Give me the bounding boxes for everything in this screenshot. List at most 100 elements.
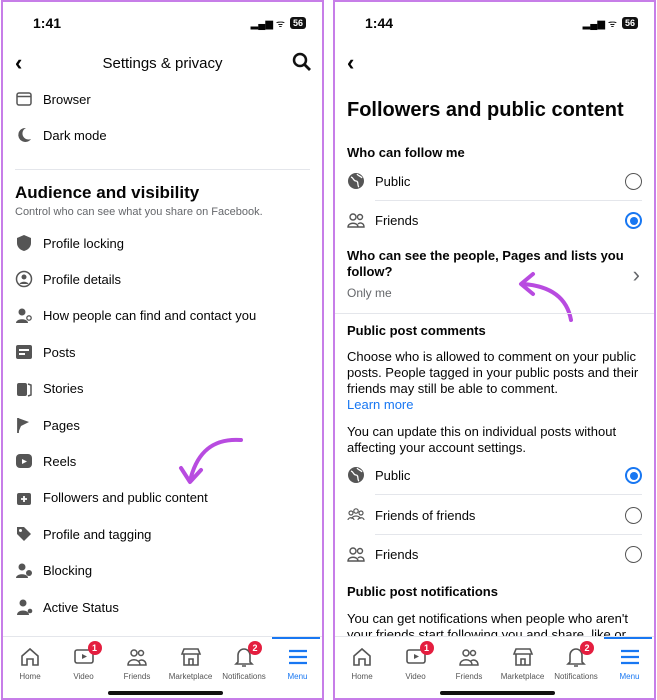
settings-item[interactable]: Profile and tagging	[15, 525, 151, 543]
radio-button[interactable]	[625, 173, 642, 190]
settings-privacy-screen: 1:41 ▂▄▆ ᯤ 56 ‹ Settings & privacy Audien…	[1, 0, 324, 700]
tab-label: Menu	[619, 672, 640, 681]
page-title: Settings & privacy	[102, 55, 223, 72]
following-visibility-question[interactable]: Who can see the people, Pages and lists …	[347, 248, 627, 280]
tab-label: Video	[73, 672, 94, 681]
tab-friends[interactable]: Friends	[442, 645, 496, 681]
active-status-icon	[17, 599, 33, 615]
page-title: Followers and public content	[347, 99, 624, 121]
section-title: Audience and visibility	[15, 183, 200, 202]
tab-label: Notifications	[222, 672, 266, 681]
menu-icon	[288, 649, 307, 665]
tab-notifications[interactable]: Notifications 2	[217, 641, 271, 681]
following-visibility-value: Only me	[347, 286, 392, 300]
tab-label: Friends	[123, 672, 151, 681]
tab-label: Friends	[455, 672, 483, 681]
friends-icon	[347, 213, 365, 228]
radio-button[interactable]	[625, 546, 642, 563]
tab-label: Video	[405, 672, 426, 681]
item-label: Dark mode	[43, 127, 107, 143]
block-user-icon	[16, 563, 32, 578]
audience-option[interactable]: Friends of friends	[347, 506, 475, 524]
tab-video[interactable]: Video 1	[389, 641, 443, 681]
tab-bar: Home Video 1 Friends Marketplace Notification…	[3, 636, 323, 698]
tab-home[interactable]: Home	[3, 645, 57, 681]
globe-icon	[348, 173, 364, 189]
home-indicator	[440, 691, 555, 695]
audience-option[interactable]: Public	[347, 466, 410, 484]
status-time: 1:44	[365, 15, 394, 31]
audience-option[interactable]: Friends	[347, 211, 418, 229]
friends-icon	[459, 649, 479, 666]
item-label: Public	[375, 467, 411, 483]
tab-home[interactable]: Home	[335, 645, 389, 681]
tab-label: Marketplace	[500, 672, 545, 681]
item-label: How people can find and contact you	[43, 308, 257, 324]
settings-item[interactable]: How people can find and contact you	[15, 307, 256, 325]
settings-item[interactable]: Blocking	[15, 562, 92, 580]
flag-icon	[17, 418, 29, 433]
comments-heading: Public post comments	[347, 323, 486, 338]
tab-marketplace[interactable]: Marketplace	[496, 645, 550, 681]
tab-label: Menu	[287, 672, 308, 681]
settings-item[interactable]: Posts	[15, 343, 76, 361]
settings-item[interactable]: Browser	[15, 90, 91, 108]
back-button[interactable]: ‹	[347, 50, 354, 76]
followers-icon	[17, 492, 31, 505]
settings-item[interactable]: Dark mode	[15, 126, 107, 144]
radio-button[interactable]	[625, 507, 642, 524]
home-icon	[353, 647, 371, 666]
settings-item[interactable]: Stories	[15, 380, 83, 398]
follow-heading: Who can follow me	[347, 145, 465, 160]
search-icon[interactable]	[292, 52, 312, 77]
learn-more-link[interactable]: Learn more	[347, 397, 413, 413]
notification-badge: 1	[419, 641, 434, 655]
tab-friends[interactable]: Friends	[110, 645, 164, 681]
settings-item[interactable]: Pages	[15, 416, 80, 434]
status-icons: ▂▄▆ ᯤ 56	[583, 16, 638, 30]
radio-button[interactable]	[625, 212, 642, 229]
marketplace-icon	[512, 648, 533, 666]
tab-menu[interactable]: Menu	[603, 645, 655, 681]
item-label: Friends	[375, 546, 419, 562]
tab-label: Home	[351, 672, 373, 681]
notification-badge: 2	[248, 641, 262, 655]
item-label: Friends	[375, 212, 419, 228]
reels-icon	[16, 454, 32, 469]
status-time: 1:41	[33, 15, 62, 31]
settings-item[interactable]: Profile locking	[15, 234, 124, 252]
shield-icon	[17, 235, 31, 251]
tab-notifications[interactable]: Notifications 2	[549, 641, 603, 681]
stories-icon	[17, 382, 32, 397]
marketplace-icon	[180, 648, 201, 666]
radio-button[interactable]	[625, 467, 642, 484]
status-icons: ▂▄▆ ᯤ 56	[251, 16, 306, 30]
friends-of-friends-icon	[347, 508, 365, 521]
globe-icon	[348, 467, 364, 483]
item-label: Blocking	[43, 563, 93, 579]
item-label: Active Status	[43, 599, 119, 615]
chevron-right-icon[interactable]: ›	[633, 262, 640, 288]
tab-menu[interactable]: Menu	[271, 645, 323, 681]
posts-icon	[16, 345, 32, 360]
moon-icon	[18, 127, 31, 142]
section-subtitle: Control who can see what you share on Fa…	[15, 206, 263, 218]
tab-label: Home	[19, 672, 41, 681]
notifications-heading: Public post notifications	[347, 584, 498, 599]
active-tab-indicator	[272, 637, 320, 639]
tab-video[interactable]: Video 1	[57, 641, 111, 681]
settings-item[interactable]: Profile details	[15, 270, 121, 288]
audience-option[interactable]: Public	[347, 172, 410, 190]
settings-item[interactable]: Followers and public content	[15, 489, 208, 507]
item-label: Pages	[43, 417, 80, 433]
browser-icon	[16, 92, 32, 106]
tab-marketplace[interactable]: Marketplace	[164, 645, 218, 681]
audience-option[interactable]: Friends	[347, 545, 418, 563]
person-circle-icon	[15, 271, 33, 288]
settings-item[interactable]: Active Status	[15, 598, 119, 616]
item-label: Browser	[43, 91, 91, 107]
item-label: Profile locking	[43, 235, 124, 251]
settings-item[interactable]: Reels	[15, 452, 76, 470]
comments-description: Choose who is allowed to comment on your…	[347, 349, 639, 396]
home-icon	[21, 647, 39, 666]
